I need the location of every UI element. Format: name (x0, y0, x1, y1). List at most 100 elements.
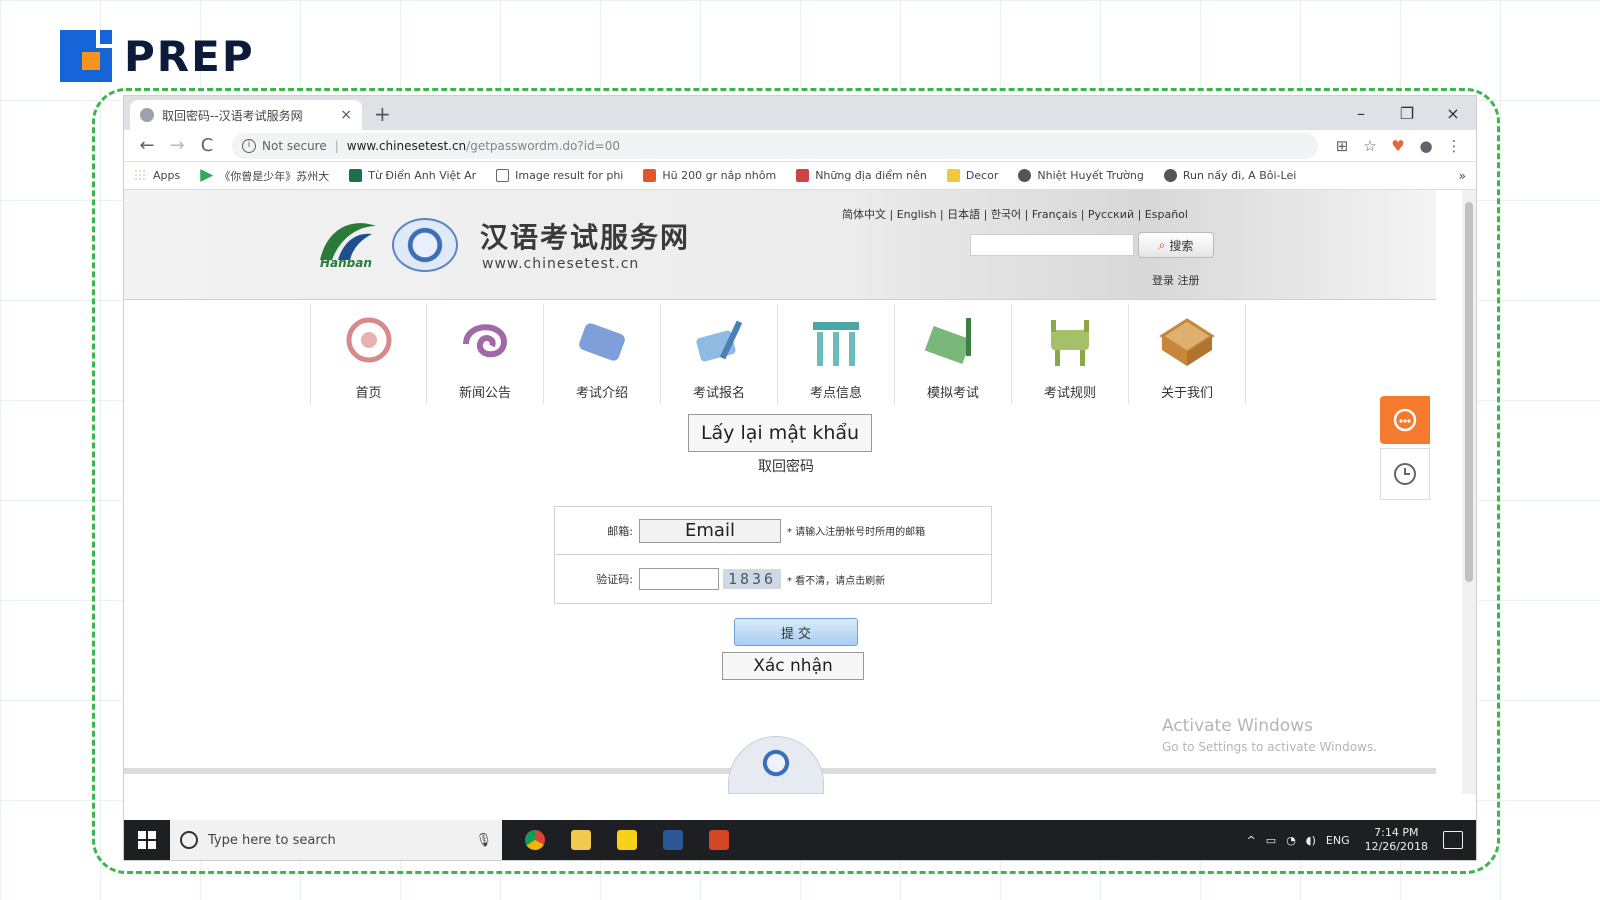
prep-logo: PREP (58, 28, 255, 84)
taskbar-app-sticky-notes[interactable] (604, 820, 650, 860)
news-swirl-icon (463, 324, 508, 358)
bookmark-item[interactable]: 《你曾是少年》苏州大 (200, 168, 329, 184)
chat-support-button[interactable] (1380, 396, 1430, 444)
bookmark-label: Từ Điển Anh Việt Ar (368, 169, 477, 182)
word-icon (663, 830, 683, 850)
bookmark-label: Run nấy đi, A Bôi-Lei (1182, 169, 1297, 182)
scroll-icon (579, 323, 625, 361)
nav-label: 考试规则 (1043, 386, 1096, 401)
taskbar-app-word[interactable] (650, 820, 696, 860)
profile-icon[interactable]: ● (1412, 137, 1440, 155)
tab-close-icon[interactable]: × (340, 107, 352, 123)
bookmark-label: Image result for phi (515, 169, 624, 182)
start-button[interactable] (124, 820, 170, 860)
nav-item-mock-exam[interactable]: 模拟考试 (895, 304, 1012, 404)
magnifier-icon: ⌕ (1158, 237, 1166, 252)
login-register-links[interactable]: 登录 注册 (1152, 272, 1200, 288)
window-controls: – ❐ × (1338, 96, 1476, 130)
captcha-image[interactable]: 1836 (723, 569, 781, 589)
email-field[interactable]: Email (639, 518, 781, 543)
bookmark-favicon-icon (796, 169, 810, 182)
scrollbar-thumb[interactable] (1465, 202, 1473, 582)
system-tray: ^ ▭ ◔ ◖) ENG 7:14 PM 12/26/2018 (1242, 826, 1476, 854)
close-window-button[interactable]: × (1430, 96, 1476, 130)
browser-tab[interactable]: 取回密码--汉语考试服务网 × (130, 100, 362, 130)
info-icon[interactable]: i (242, 138, 256, 153)
nav-label: 新闻公告 (458, 386, 511, 401)
minimize-button[interactable]: – (1338, 96, 1384, 130)
tray-chevron-icon[interactable]: ^ (1247, 834, 1256, 847)
book-brush-icon (924, 318, 972, 365)
bookmark-item[interactable]: Run nấy đi, A Bôi-Lei (1163, 169, 1297, 182)
nav-label: 模拟考试 (926, 386, 979, 401)
clock-time: 7:14 PM (1374, 826, 1419, 839)
taskbar-app-chrome[interactable] (512, 820, 558, 860)
url-text: www.chinesetest.cn/getpasswordm.do?id=00 (347, 139, 620, 153)
reload-button[interactable]: C (192, 135, 222, 156)
confirm-button-caption: Xác nhận (722, 652, 864, 680)
confucius-institute-seal-icon (392, 218, 458, 272)
nav-item-news[interactable]: 新闻公告 (427, 304, 544, 404)
submit-button[interactable]: 提 交 (734, 618, 858, 646)
folder-icon (571, 830, 591, 850)
site-search-input[interactable] (970, 234, 1134, 256)
nav-item-about-us[interactable]: 关于我们 (1129, 304, 1246, 404)
back-button[interactable]: ← (132, 135, 162, 156)
input-language[interactable]: ENG (1326, 834, 1350, 847)
bookmark-favicon-icon (643, 169, 657, 182)
network-icon[interactable]: ◔ (1286, 834, 1296, 847)
menu-icon[interactable]: ⋮ (1440, 137, 1468, 155)
page-scrollbar[interactable] (1462, 190, 1476, 794)
page-icon (496, 169, 510, 182)
powerpoint-icon (709, 830, 729, 850)
url-host: www.chinesetest.cn (346, 138, 467, 153)
ding-vessel-icon (1051, 320, 1089, 366)
nav-item-exam-intro[interactable]: 考试介绍 (544, 304, 661, 404)
microphone-icon[interactable]: 🎙 (475, 833, 492, 848)
volume-icon[interactable]: ◖) (1306, 834, 1316, 847)
forward-button[interactable]: → (162, 135, 192, 156)
taskbar-search-box[interactable]: Type here to search 🎙 (170, 820, 502, 860)
address-bar[interactable]: i Not secure | www.chinesetest.cn/getpas… (232, 132, 1318, 159)
translate-icon[interactable]: ⊞ (1328, 137, 1356, 155)
language-links[interactable]: 简体中文 | English | 日本語 | 한국어 | Français | … (842, 206, 1188, 222)
nav-label: 考试介绍 (575, 386, 628, 401)
bookmark-item[interactable]: Decor (946, 169, 998, 182)
site-url: www.chinesetest.cn (482, 256, 640, 272)
security-label: Not secure (262, 138, 327, 153)
bookmark-item[interactable]: Apps (134, 169, 180, 182)
bookmarks-overflow-icon[interactable]: » (1459, 169, 1466, 183)
bookmark-item[interactable]: Từ Điển Anh Việt Ar (349, 169, 476, 182)
bookmark-label: Hũ 200 gr nắp nhôm (662, 169, 777, 182)
bookmark-item[interactable]: Nhiệt Huyết Trường (1018, 169, 1144, 182)
browser-toolbar: ← → C i Not secure | www.chinesetest.cn/… (124, 130, 1476, 162)
star-icon[interactable]: ☆ (1356, 137, 1384, 155)
site-search-button[interactable]: ⌕ 搜索 (1138, 232, 1214, 258)
captcha-input[interactable] (639, 568, 719, 590)
nav-label: 关于我们 (1160, 386, 1213, 401)
captcha-hint: * 看不清，请点击刷新 (787, 575, 886, 587)
nav-item-home[interactable]: 首页 (310, 304, 427, 404)
nav-item-test-centers[interactable]: 考点信息 (778, 304, 895, 404)
taskbar-apps (512, 820, 742, 860)
jade-box-icon (1159, 318, 1215, 366)
windows-logo-icon (138, 831, 156, 849)
nav-label: 考点信息 (809, 386, 862, 401)
battery-icon[interactable]: ▭ (1266, 834, 1276, 847)
extension-icon[interactable]: ♥ (1384, 137, 1412, 155)
bookmark-item[interactable]: Những địa điểm nên (796, 169, 927, 182)
bookmark-item[interactable]: Image result for phi (496, 169, 623, 182)
taskbar-app-file-explorer[interactable] (558, 820, 604, 860)
action-center-icon[interactable] (1443, 831, 1463, 849)
phone-support-button[interactable] (1380, 448, 1430, 500)
apps-grid-icon (134, 169, 147, 182)
nav-item-exam-rules[interactable]: 考试规则 (1012, 304, 1129, 404)
new-tab-button[interactable]: + (374, 102, 391, 126)
taskbar-clock[interactable]: 7:14 PM 12/26/2018 (1365, 826, 1428, 854)
taskbar-app-powerpoint[interactable] (696, 820, 742, 860)
maximize-button[interactable]: ❐ (1384, 96, 1430, 130)
sticky-notes-icon (617, 830, 637, 850)
bookmark-item[interactable]: Hũ 200 gr nắp nhôm (643, 169, 776, 182)
nav-item-registration[interactable]: 考试报名 (661, 304, 778, 404)
activate-subtitle: Go to Settings to activate Windows. (1162, 740, 1377, 754)
